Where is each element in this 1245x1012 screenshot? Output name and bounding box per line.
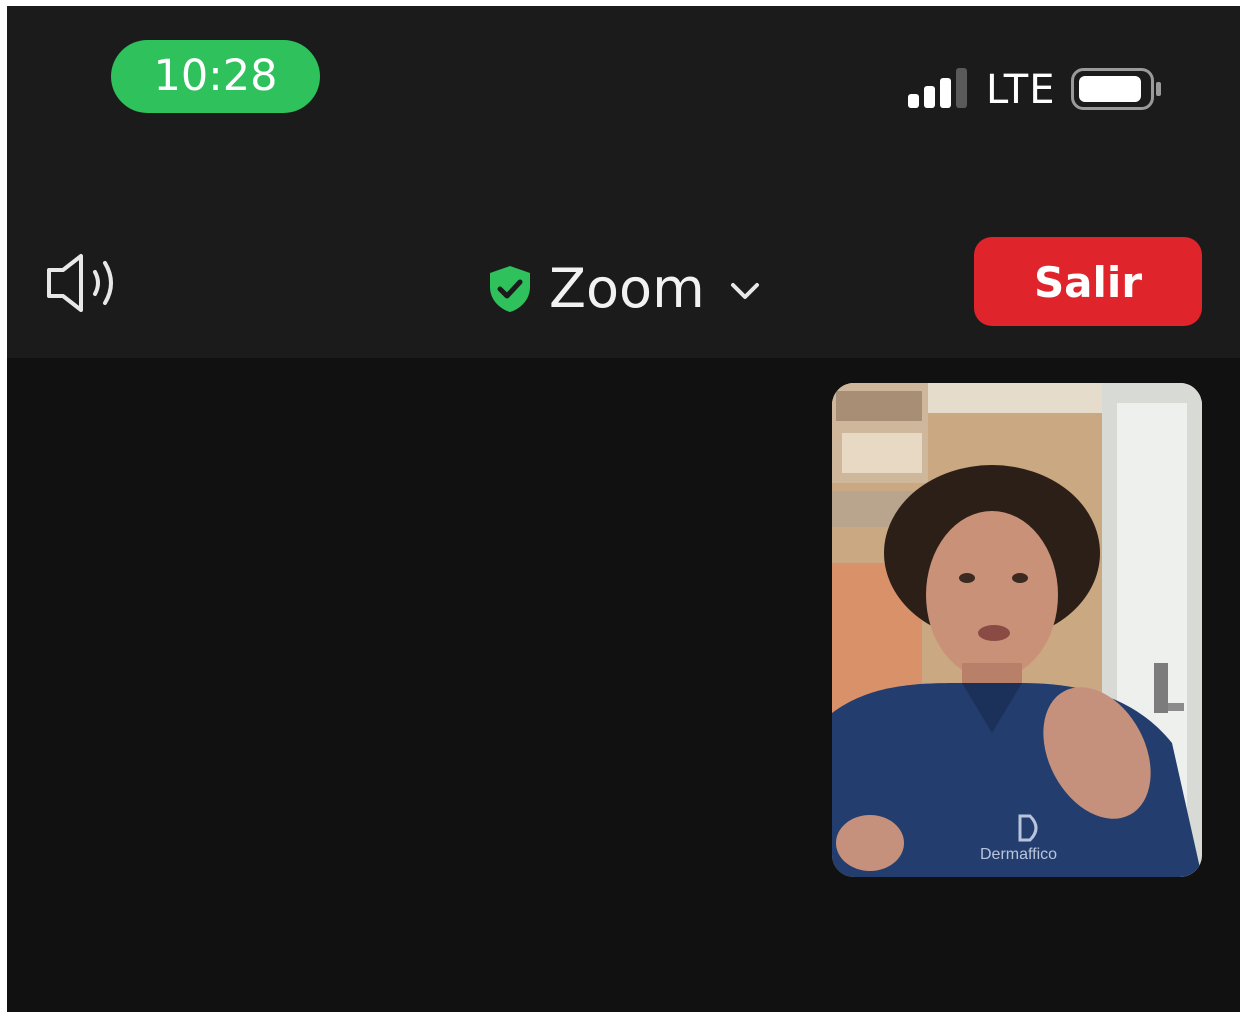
meeting-title-button[interactable]: Zoom <box>487 254 761 324</box>
speaker-icon[interactable] <box>45 250 125 316</box>
zoom-meeting-screen: 10:28 LTE Zoom Salir Dermaffico <box>7 6 1240 1012</box>
participant-video-thumbnail[interactable]: Dermaffico <box>832 383 1202 877</box>
status-bar: 10:28 LTE <box>7 6 1240 158</box>
battery-icon <box>1071 68 1161 110</box>
chevron-down-icon <box>730 283 759 299</box>
leave-meeting-button[interactable]: Salir <box>974 237 1202 326</box>
network-type: LTE <box>986 67 1056 113</box>
video-area: Dermaffico <box>7 358 1240 1012</box>
cellular-signal-icon <box>908 68 970 108</box>
meeting-title: Zoom <box>549 257 705 320</box>
meeting-toolbar: Zoom Salir <box>7 158 1240 358</box>
status-time[interactable]: 10:28 <box>111 40 320 113</box>
shirt-logo-text: Dermaffico <box>980 846 1057 863</box>
participant-video-frame: Dermaffico <box>832 383 1202 877</box>
shield-check-icon <box>490 266 530 312</box>
